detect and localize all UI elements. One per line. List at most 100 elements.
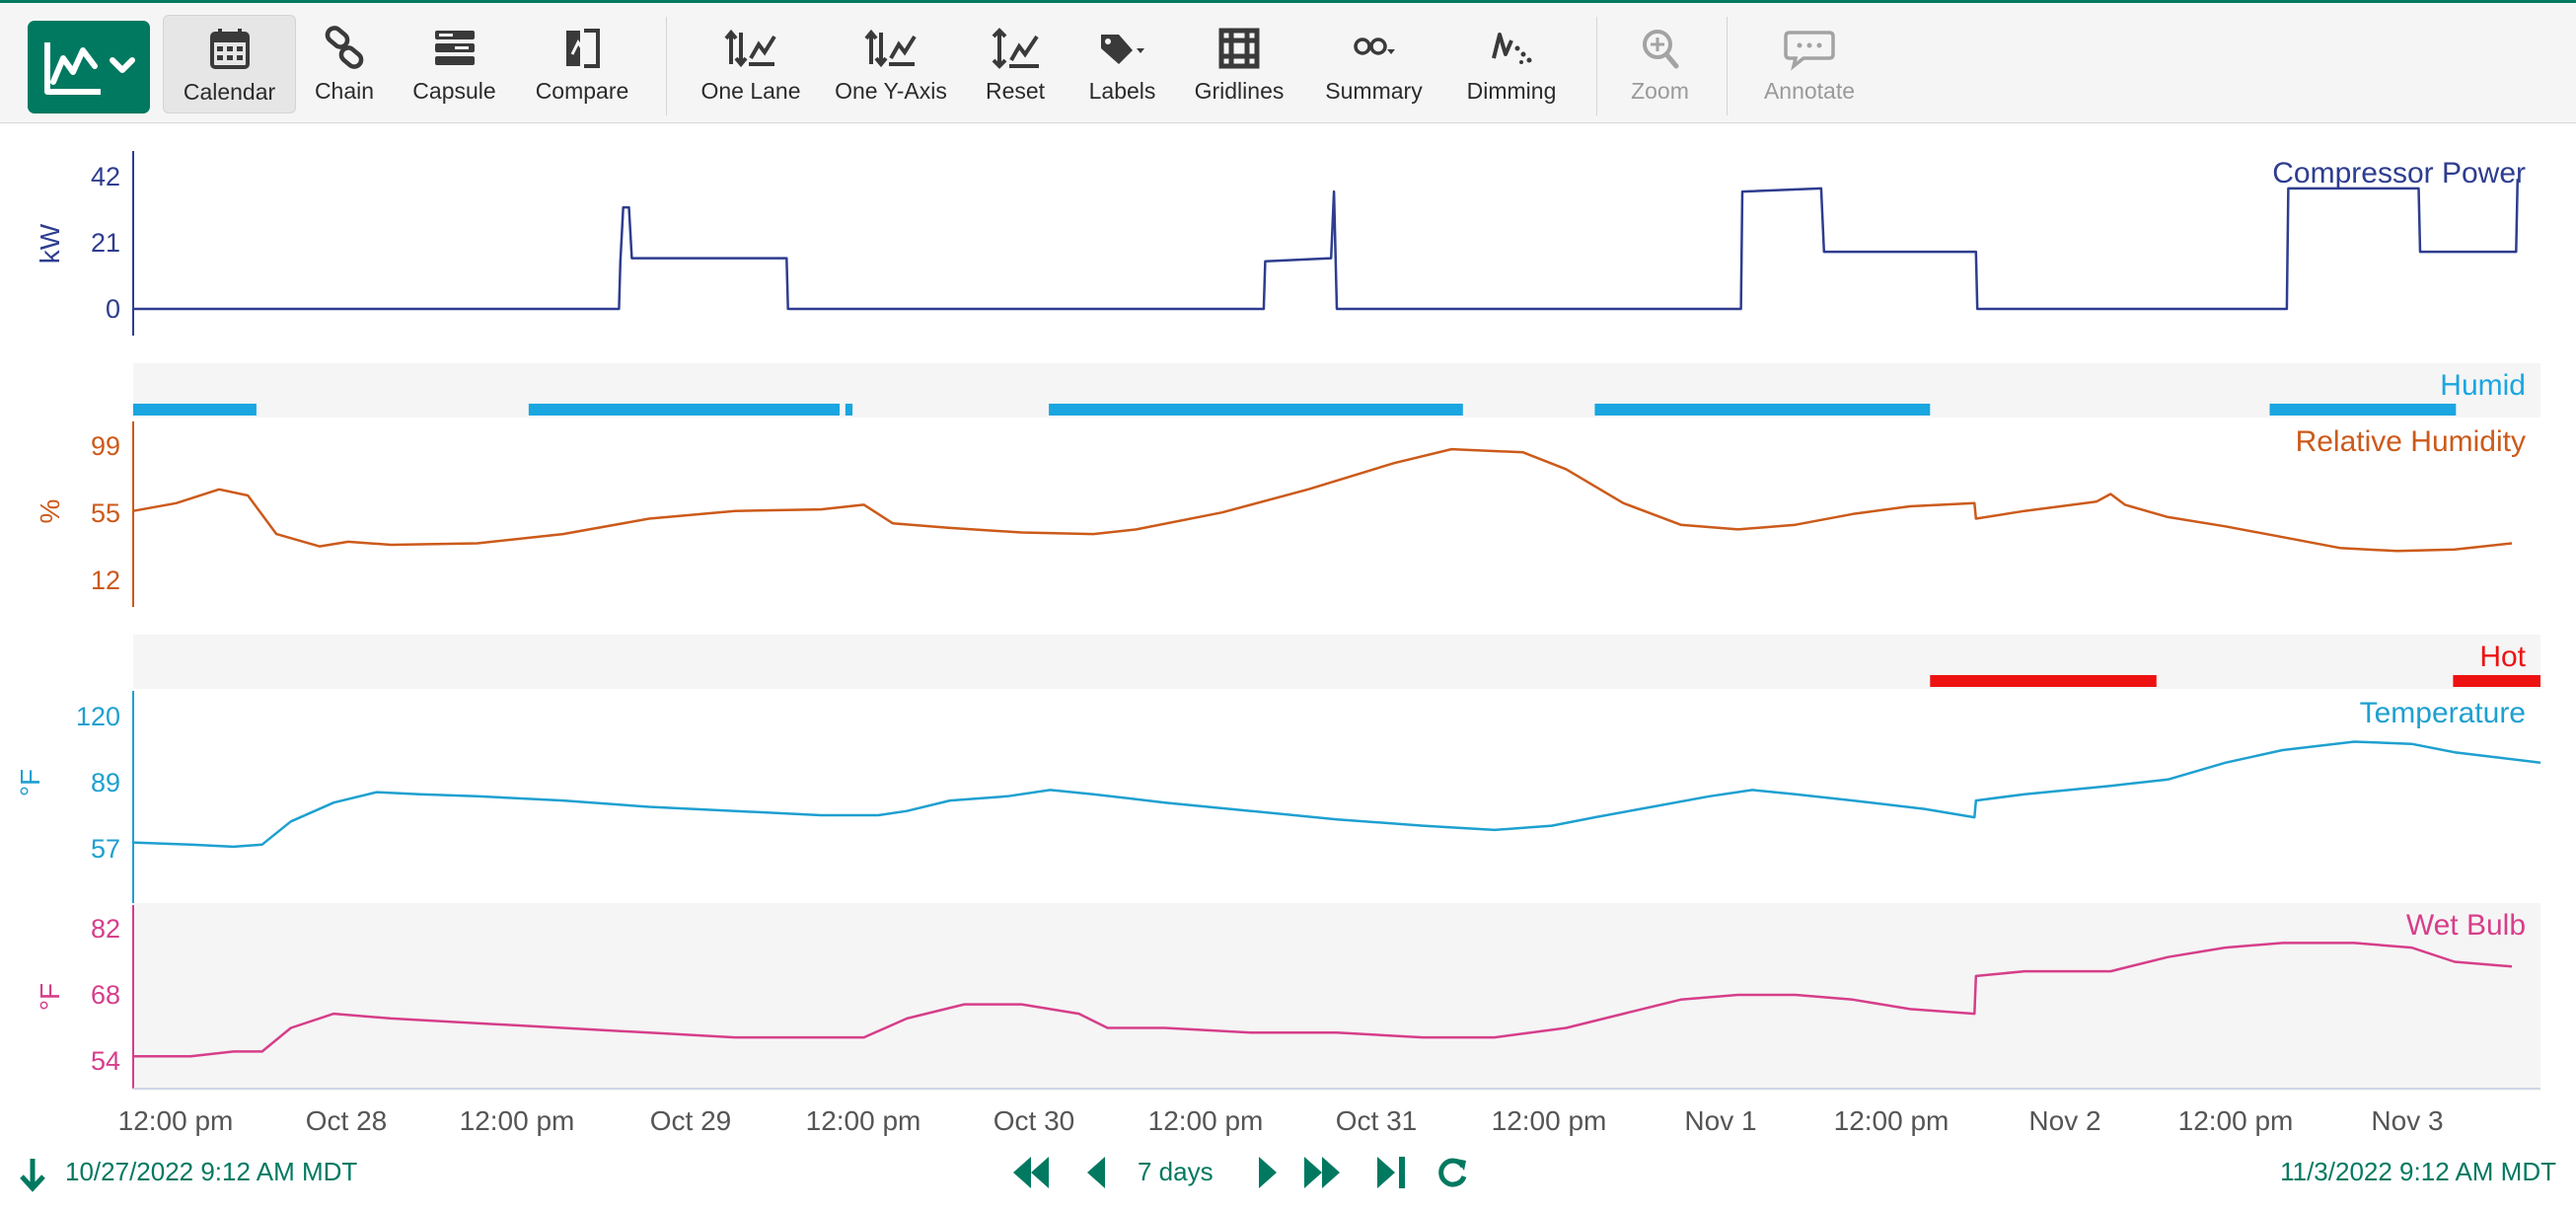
capsule-label: Capsule (412, 78, 496, 104)
x-tick-label: Nov 1 (1684, 1105, 1756, 1136)
condition-capsule[interactable] (528, 404, 841, 416)
tag-icon (1100, 35, 1144, 64)
humid-label: Humid (2440, 369, 2526, 402)
summary-label: Summary (1325, 78, 1423, 104)
reset-axis-icon (992, 28, 1039, 69)
temperature-y-tick: 89 (91, 768, 120, 797)
x-tick-label: 12:00 pm (1834, 1105, 1950, 1136)
x-tick-label: Oct 29 (650, 1105, 731, 1136)
x-tick-label: Oct 28 (306, 1105, 387, 1136)
capsule-icon (434, 31, 475, 65)
condition-capsule[interactable] (2269, 404, 2457, 416)
wetbulb-y-tick: 68 (91, 980, 120, 1010)
x-tick-label: Oct 30 (994, 1105, 1074, 1136)
one-y-axis-icon (864, 29, 917, 68)
toolbar-separator (1727, 17, 1728, 115)
wet-bulb-label: Wet Bulb (2406, 909, 2526, 942)
humidity-y-tick: 55 (91, 498, 120, 528)
zoom-label: Zoom (1631, 78, 1689, 104)
x-tick-label: 12:00 pm (806, 1105, 921, 1136)
fast-forward-icon[interactable] (1300, 1151, 1344, 1194)
wetbulb-y-tick: 82 (91, 914, 120, 944)
line-chart-icon (44, 42, 135, 95)
x-tick-label: Nov 2 (2028, 1105, 2100, 1136)
temperature-line[interactable] (132, 740, 2541, 849)
trend-viewer: Calendar Chain Capsule Compare One Lane … (0, 0, 2576, 1212)
x-tick-label: Nov 3 (2371, 1105, 2443, 1136)
step-forward-icon[interactable] (1245, 1151, 1288, 1194)
compressor-y-tick: 21 (91, 228, 120, 258)
compressor-y-tick: 42 (91, 162, 120, 191)
humidity-y-tick: 12 (91, 566, 120, 595)
compressor-power-line[interactable] (133, 179, 2520, 311)
gridlines-label: Gridlines (1194, 78, 1285, 104)
toolbar: Calendar Chain Capsule Compare One Lane … (0, 0, 2576, 123)
zoom-icon (1642, 30, 1678, 69)
arrow-down-icon[interactable] (18, 1157, 47, 1192)
one-y-axis-button[interactable]: One Y-Axis (827, 15, 955, 114)
temperature-y-tick: 57 (91, 834, 120, 864)
compressor-power-label: Compressor Power (2272, 157, 2526, 189)
humidity-y-tick: 99 (91, 431, 120, 461)
dimming-button[interactable]: Dimming (1452, 15, 1571, 114)
wetbulb-y-unit: °F (35, 983, 65, 1011)
capsule-button[interactable]: Capsule (403, 15, 506, 114)
relative-humidity-line[interactable] (132, 447, 2513, 553)
compare-label: Compare (535, 78, 629, 104)
skip-to-end-icon[interactable] (1369, 1151, 1413, 1194)
temperature-label: Temperature (2360, 697, 2526, 729)
condition-capsule[interactable] (845, 404, 853, 416)
zoom-button[interactable]: Zoom (1618, 15, 1702, 114)
step-back-icon[interactable] (1075, 1151, 1119, 1194)
one-lane-label: One Lane (700, 78, 801, 104)
calendar-button[interactable]: Calendar (163, 15, 296, 114)
start-time[interactable]: 10/27/2022 9:12 AM MDT (65, 1157, 357, 1187)
end-time[interactable]: 11/3/2022 9:12 AM MDT (2280, 1157, 2556, 1187)
compressor-y-unit: kW (35, 223, 65, 264)
duration-selector[interactable]: 7 days (1138, 1157, 1214, 1187)
humidity-y-unit: % (35, 499, 65, 524)
relative-humidity-label: Relative Humidity (2296, 425, 2526, 458)
chain-label: Chain (314, 78, 375, 104)
comment-icon (1784, 31, 1835, 71)
x-tick-label: 12:00 pm (460, 1105, 575, 1136)
one-y-axis-label: One Y-Axis (835, 78, 947, 104)
condition-capsule[interactable] (2453, 675, 2540, 687)
wetbulb-lane-background (133, 903, 2540, 1091)
time-range-footer: 10/27/2022 9:12 AM MDT 7 days 11/3/2022 … (0, 1145, 2576, 1212)
hot-label: Hot (2479, 641, 2526, 673)
trend-chart[interactable]: 42 21 0 99 55 12 120 89 57 82 68 54 kW %… (0, 123, 2576, 1145)
chart-type-button[interactable] (28, 21, 150, 114)
temperature-y-tick: 120 (76, 702, 120, 731)
compare-icon (566, 29, 600, 68)
annotate-button[interactable]: Annotate (1751, 15, 1868, 114)
condition-capsule[interactable] (133, 404, 257, 416)
rewind-icon[interactable] (1009, 1151, 1053, 1194)
one-lane-button[interactable]: One Lane (693, 15, 809, 114)
compare-button[interactable]: Compare (523, 15, 641, 114)
reset-label: Reset (985, 78, 1046, 104)
toolbar-separator (666, 17, 667, 115)
calendar-icon (209, 29, 250, 69)
condition-capsule[interactable] (1049, 404, 1463, 416)
annotate-label: Annotate (1763, 78, 1856, 104)
wetbulb-y-tick: 54 (91, 1046, 120, 1076)
condition-capsule[interactable] (1930, 675, 2157, 687)
x-tick-label: Oct 31 (1336, 1105, 1417, 1136)
grid-icon (1218, 28, 1260, 69)
gridlines-button[interactable]: Gridlines (1184, 15, 1294, 114)
chain-button[interactable]: Chain (304, 15, 385, 114)
condition-capsule[interactable] (1594, 404, 1931, 416)
summary-button[interactable]: Summary (1312, 15, 1435, 114)
one-lane-icon (724, 29, 776, 68)
dimming-label: Dimming (1466, 78, 1557, 104)
labels-button[interactable]: Labels (1075, 15, 1169, 114)
x-tick-label: 12:00 pm (1492, 1105, 1607, 1136)
reset-button[interactable]: Reset (972, 15, 1059, 114)
refresh-icon[interactable] (1431, 1151, 1474, 1194)
x-tick-label: 12:00 pm (2178, 1105, 2294, 1136)
calendar-label: Calendar (183, 79, 276, 105)
x-tick-label: 12:00 pm (1148, 1105, 1264, 1136)
toolbar-separator (1596, 17, 1597, 115)
dimming-icon (1492, 33, 1532, 64)
